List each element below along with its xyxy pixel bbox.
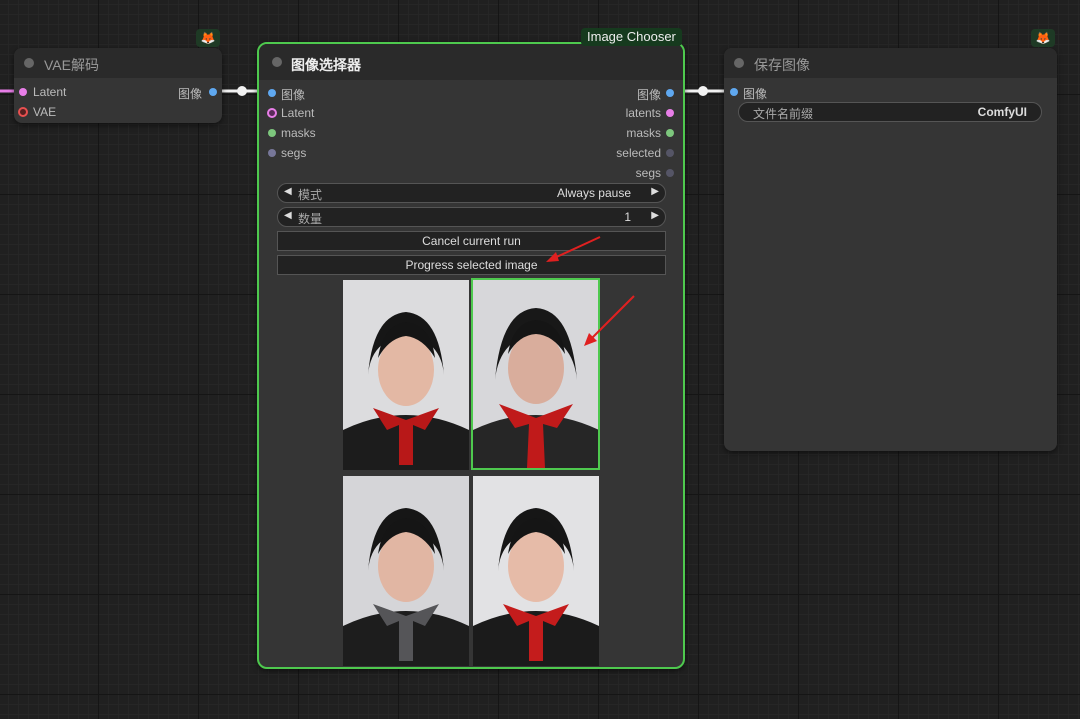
- node-title: VAE解码: [44, 57, 99, 73]
- increment-arrow-icon[interactable]: ▶: [651, 186, 659, 197]
- slot-label: 图像: [636, 88, 661, 102]
- input-slot-latent[interactable]: Latent: [14, 83, 134, 101]
- link-midpoint: [698, 86, 708, 96]
- slot-label: segs: [281, 146, 307, 160]
- link-midpoint: [237, 86, 247, 96]
- node-header[interactable]: VAE解码: [14, 48, 222, 78]
- input-slot-vae[interactable]: VAE: [14, 103, 134, 121]
- decrement-arrow-icon[interactable]: ◀: [284, 186, 292, 197]
- node-type-label: Image Chooser: [587, 29, 676, 44]
- widget-value: Always pause: [556, 186, 631, 200]
- save-image-node[interactable]: 保存图像 图像 文件名前缀 ComfyUI: [724, 48, 1057, 451]
- image-thumbnail-1[interactable]: [343, 280, 469, 470]
- filename-prefix-input[interactable]: 文件名前缀 ComfyUI: [738, 102, 1042, 122]
- node-header[interactable]: 保存图像: [724, 48, 1057, 78]
- slot-label: Latent: [33, 85, 67, 99]
- input-slot-image[interactable]: 图像: [724, 83, 844, 101]
- node-type-badge: Image Chooser: [581, 28, 682, 46]
- vae-slot-icon[interactable]: [18, 107, 28, 117]
- latent-slot-icon[interactable]: [666, 109, 674, 117]
- widget-value: 1: [624, 210, 631, 224]
- slot-label: masks: [626, 126, 661, 140]
- mask-slot-icon[interactable]: [666, 129, 674, 137]
- output-slot-image[interactable]: 图像: [142, 83, 222, 101]
- vae-decode-node[interactable]: VAE解码 Latent VAE 图像: [14, 48, 222, 123]
- mode-combo[interactable]: ◀ 模式 Always pause ▶: [277, 183, 666, 203]
- output-slot-segs[interactable]: segs: [563, 164, 683, 182]
- input-slot-masks[interactable]: masks: [259, 124, 379, 142]
- portrait-image: [473, 476, 599, 666]
- widget-label: 数量: [298, 212, 323, 226]
- image-thumbnail-3[interactable]: [343, 476, 469, 666]
- node-header[interactable]: 图像选择器: [259, 44, 683, 80]
- widget-value: ComfyUI: [977, 105, 1027, 119]
- latent-slot-icon[interactable]: [267, 108, 277, 118]
- output-slot-image[interactable]: 图像: [563, 84, 683, 102]
- widget-label: 文件名前缀: [753, 107, 814, 121]
- slot-label: 图像: [743, 87, 768, 101]
- node-badge-icon: 🦊: [196, 29, 220, 47]
- latent-slot-icon[interactable]: [19, 88, 27, 96]
- widget-label: 模式: [298, 188, 323, 202]
- decrement-arrow-icon[interactable]: ◀: [284, 210, 292, 221]
- cancel-run-button[interactable]: Cancel current run: [277, 231, 666, 251]
- input-slot-image[interactable]: 图像: [259, 84, 379, 102]
- slot-label: selected: [616, 146, 661, 160]
- image-slot-icon[interactable]: [268, 89, 276, 97]
- slot-label: Latent: [281, 106, 315, 120]
- portrait-image: [343, 476, 469, 666]
- output-slot-selected[interactable]: selected: [563, 144, 683, 162]
- selected-slot-icon[interactable]: [666, 149, 674, 157]
- input-slot-segs[interactable]: segs: [259, 144, 379, 162]
- portrait-image: [473, 280, 598, 468]
- node-badge-icon: 🦊: [1031, 29, 1055, 47]
- image-slot-icon[interactable]: [730, 88, 738, 96]
- input-slot-latent[interactable]: Latent: [259, 104, 379, 122]
- node-title: 图像选择器: [291, 57, 361, 73]
- portrait-image: [343, 280, 469, 470]
- slot-label: 图像: [281, 88, 306, 102]
- progress-selected-button[interactable]: Progress selected image: [277, 255, 666, 275]
- image-chooser-node[interactable]: 图像选择器 图像 Latent masks segs 图像 latents ma…: [257, 42, 685, 669]
- collapse-dot-icon[interactable]: [734, 58, 744, 68]
- collapse-dot-icon[interactable]: [24, 58, 34, 68]
- image-slot-icon[interactable]: [666, 89, 674, 97]
- count-number[interactable]: ◀ 数量 1 ▶: [277, 207, 666, 227]
- slot-label: segs: [635, 166, 661, 180]
- slot-label: masks: [281, 126, 316, 140]
- mask-slot-icon[interactable]: [268, 129, 276, 137]
- slot-label: 图像: [177, 87, 202, 101]
- segs-slot-icon[interactable]: [268, 149, 276, 157]
- image-slot-icon[interactable]: [209, 88, 217, 96]
- node-title: 保存图像: [754, 57, 810, 73]
- output-slot-latents[interactable]: latents: [563, 104, 683, 122]
- image-thumbnail-4[interactable]: [473, 476, 599, 666]
- segs-slot-icon[interactable]: [666, 169, 674, 177]
- image-thumbnail-2-selected[interactable]: [471, 278, 600, 470]
- slot-label: VAE: [33, 105, 57, 119]
- increment-arrow-icon[interactable]: ▶: [651, 210, 659, 221]
- collapse-dot-icon[interactable]: [272, 57, 282, 67]
- slot-label: latents: [625, 106, 661, 120]
- output-slot-masks[interactable]: masks: [563, 124, 683, 142]
